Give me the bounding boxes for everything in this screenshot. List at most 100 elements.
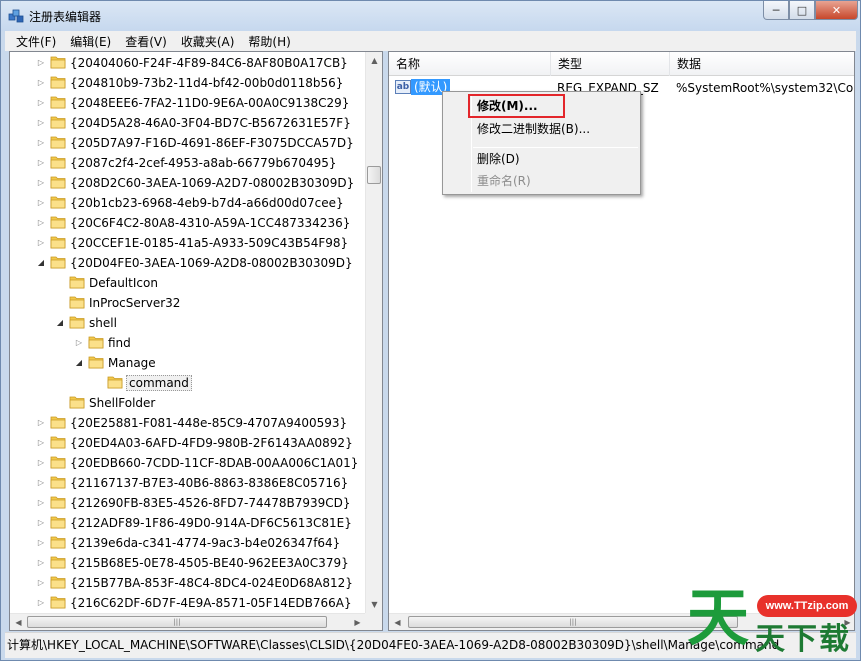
column-data[interactable]: 数据 <box>670 52 854 76</box>
tree-node[interactable]: ▷ {20ED4A03-6AFD-4FD9-980B-2F6143AA0892} <box>10 433 366 453</box>
tree-node-label[interactable]: {204810b9-73b2-11d4-bf42-00b0d0118b56} <box>69 76 344 90</box>
tree-node-label[interactable]: {212690FB-83E5-4526-8FD7-74478B7939CD} <box>69 496 352 510</box>
tree-node-label[interactable]: {208D2C60-3AEA-1069-A2D7-08002B30309D} <box>69 176 355 190</box>
tree-node-label[interactable]: {2048EEE6-7FA2-11D0-9E6A-00A0C9138C29} <box>69 96 350 110</box>
tree-node-label[interactable]: {2139e6da-c341-4774-9ac3-b4e026347f64} <box>69 536 341 550</box>
scroll-right-arrow-icon[interactable]: ▶ <box>349 614 366 630</box>
tree-node-label[interactable]: {21167137-B7E3-40B6-8863-8386E8C05716} <box>69 476 349 490</box>
collapse-arrow-icon[interactable]: ◢ <box>36 258 46 268</box>
tree-node[interactable]: InProcServer32 <box>10 293 366 313</box>
tree-horizontal-scrollbar[interactable]: ◀ ||| ▶ <box>10 613 366 630</box>
expand-arrow-icon[interactable]: ▷ <box>36 558 46 568</box>
close-button[interactable]: ✕ <box>815 1 858 20</box>
collapse-arrow-icon[interactable]: ◢ <box>55 318 65 328</box>
tree-node[interactable]: ▷ {216C62DF-6D7F-4E9A-8571-05F14EDB766A} <box>10 593 366 613</box>
tree-node-label[interactable]: {20E25881-F081-448e-85C9-4707A9400593} <box>69 416 348 430</box>
expand-arrow-icon[interactable]: ▷ <box>36 438 46 448</box>
tree-node[interactable]: ◢ shell <box>10 313 366 333</box>
expand-arrow-icon[interactable]: ▷ <box>36 598 46 608</box>
tree-node-label[interactable]: {20404060-F24F-4F89-84C6-8AF80B0A17CB} <box>69 56 349 70</box>
tree-node-label[interactable]: {20CCEF1E-0185-41a5-A933-509C43B54F98} <box>69 236 349 250</box>
column-name[interactable]: 名称 <box>389 52 551 76</box>
tree-node[interactable]: ▷ {20b1cb23-6968-4eb9-b7d4-a66d00d07cee} <box>10 193 366 213</box>
tree-node[interactable]: ▷ {2087c2f4-2cef-4953-a8ab-66779b670495} <box>10 153 366 173</box>
tree-node[interactable]: ▷ {215B77BA-853F-48C4-8DC4-024E0D68A812} <box>10 573 366 593</box>
tree-node[interactable]: ▷ {204810b9-73b2-11d4-bf42-00b0d0118b56} <box>10 73 366 93</box>
scroll-up-arrow-icon[interactable]: ▲ <box>366 52 382 69</box>
tree-node[interactable]: command <box>10 373 366 393</box>
tree-node[interactable]: ▷ {21167137-B7E3-40B6-8863-8386E8C05716} <box>10 473 366 493</box>
collapse-arrow-icon[interactable]: ◢ <box>74 358 84 368</box>
tree-node[interactable]: ▷ {20C6F4C2-80A8-4310-A59A-1CC487334236} <box>10 213 366 233</box>
tree-vertical-scrollbar[interactable]: ▲ ▼ <box>365 52 382 613</box>
expand-arrow-icon[interactable]: ▷ <box>36 498 46 508</box>
tree-node-label[interactable]: {215B68E5-0E78-4505-BE40-962EE3A0C379} <box>69 556 350 570</box>
tree-node[interactable]: ◢ Manage <box>10 353 366 373</box>
expand-arrow-icon[interactable]: ▷ <box>36 538 46 548</box>
expand-arrow-icon[interactable]: ▷ <box>36 418 46 428</box>
expand-arrow-icon[interactable]: ▷ <box>36 458 46 468</box>
tree-node[interactable]: ▷ {2139e6da-c341-4774-9ac3-b4e026347f64} <box>10 533 366 553</box>
menu-file[interactable]: 文件(F) <box>9 33 63 50</box>
tree-node-label[interactable]: {205D7A97-F16D-4691-86EF-F3075DCCA57D} <box>69 136 355 150</box>
menu-item-delete[interactable]: 删除(D) <box>477 149 520 169</box>
tree-node[interactable]: ▷ {20CCEF1E-0185-41a5-A933-509C43B54F98} <box>10 233 366 253</box>
tree-node-label[interactable]: find <box>107 336 132 350</box>
menu-edit[interactable]: 编辑(E) <box>63 33 118 50</box>
title-bar[interactable]: 注册表编辑器 ─ □ ✕ <box>1 1 860 31</box>
menu-favorites[interactable]: 收藏夹(A) <box>174 33 242 50</box>
scroll-thumb[interactable] <box>367 166 381 184</box>
tree-node[interactable]: ▷ {20EDB660-7CDD-11CF-8DAB-00AA006C1A01} <box>10 453 366 473</box>
menu-view[interactable]: 查看(V) <box>118 33 174 50</box>
tree-node[interactable]: ▷ {204D5A28-46A0-3F04-BD7C-B5672631E57F} <box>10 113 366 133</box>
tree-node-label[interactable]: InProcServer32 <box>88 296 181 310</box>
tree-node-label[interactable]: {216C62DF-6D7F-4E9A-8571-05F14EDB766A} <box>69 596 353 610</box>
tree-node[interactable]: ▷ {2048EEE6-7FA2-11D0-9E6A-00A0C9138C29} <box>10 93 366 113</box>
expand-arrow-icon[interactable]: ▷ <box>36 78 46 88</box>
key-tree-pane[interactable]: ▷ {20404060-F24F-4F89-84C6-8AF80B0A17CB} ▷… <box>9 51 383 631</box>
expand-arrow-icon[interactable]: ▷ <box>36 218 46 228</box>
column-type[interactable]: 类型 <box>551 52 670 76</box>
expand-arrow-icon[interactable]: ▷ <box>36 238 46 248</box>
expand-arrow-icon[interactable]: ▷ <box>36 578 46 588</box>
tree-node[interactable]: ▷ {215B68E5-0E78-4505-BE40-962EE3A0C379} <box>10 553 366 573</box>
tree-node-label[interactable]: {20ED4A03-6AFD-4FD9-980B-2F6143AA0892} <box>69 436 354 450</box>
tree-node[interactable]: ▷ {212690FB-83E5-4526-8FD7-74478B7939CD} <box>10 493 366 513</box>
tree-node-label[interactable]: Manage <box>107 356 157 370</box>
maximize-button[interactable]: □ <box>789 1 815 20</box>
tree-node[interactable]: ◢ {20D04FE0-3AEA-1069-A2D8-08002B30309D} <box>10 253 366 273</box>
tree-node[interactable]: ▷ find <box>10 333 366 353</box>
scroll-thumb-horizontal[interactable]: ||| <box>27 616 327 628</box>
menu-help[interactable]: 帮助(H) <box>241 33 297 50</box>
expand-arrow-icon[interactable]: ▷ <box>36 138 46 148</box>
tree-node-label[interactable]: {212ADF89-1F86-49D0-914A-DF6C5613C81E} <box>69 516 353 530</box>
expand-arrow-icon[interactable]: ▷ <box>36 518 46 528</box>
tree-node-label[interactable]: {20b1cb23-6968-4eb9-b7d4-a66d00d07cee} <box>69 196 345 210</box>
expand-arrow-icon[interactable]: ▷ <box>36 178 46 188</box>
tree-node-label[interactable]: {20EDB660-7CDD-11CF-8DAB-00AA006C1A01} <box>69 456 359 470</box>
expand-arrow-icon[interactable]: ▷ <box>36 158 46 168</box>
expand-arrow-icon[interactable]: ▷ <box>36 118 46 128</box>
tree-node[interactable]: ▷ {205D7A97-F16D-4691-86EF-F3075DCCA57D} <box>10 133 366 153</box>
expand-arrow-icon[interactable]: ▷ <box>36 98 46 108</box>
expand-arrow-icon[interactable]: ▷ <box>74 338 84 348</box>
tree-node[interactable]: ▷ {20404060-F24F-4F89-84C6-8AF80B0A17CB} <box>10 53 366 73</box>
tree-node-label[interactable]: shell <box>88 316 118 330</box>
tree-node-label[interactable]: {20D04FE0-3AEA-1069-A2D8-08002B30309D} <box>69 256 354 270</box>
scroll-left-arrow-icon[interactable]: ◀ <box>10 614 27 630</box>
tree-node-label[interactable]: {20C6F4C2-80A8-4310-A59A-1CC487334236} <box>69 216 351 230</box>
expand-arrow-icon[interactable]: ▷ <box>36 58 46 68</box>
tree-node[interactable]: ▷ {20E25881-F081-448e-85C9-4707A9400593} <box>10 413 366 433</box>
scroll-down-arrow-icon[interactable]: ▼ <box>366 596 382 613</box>
tree-node-label[interactable]: command <box>126 375 192 391</box>
expand-arrow-icon[interactable]: ▷ <box>36 478 46 488</box>
tree-node-label[interactable]: {215B77BA-853F-48C4-8DC4-024E0D68A812} <box>69 576 354 590</box>
tree-node-label[interactable]: DefaultIcon <box>88 276 159 290</box>
minimize-button[interactable]: ─ <box>763 1 789 20</box>
tree-node-label[interactable]: {2087c2f4-2cef-4953-a8ab-66779b670495} <box>69 156 338 170</box>
menu-item-modify-binary[interactable]: 修改二进制数据(B)... <box>477 119 590 139</box>
tree-node[interactable]: DefaultIcon <box>10 273 366 293</box>
scroll-left-arrow-icon[interactable]: ◀ <box>389 614 406 630</box>
tree-node[interactable]: ShellFolder <box>10 393 366 413</box>
expand-arrow-icon[interactable]: ▷ <box>36 198 46 208</box>
